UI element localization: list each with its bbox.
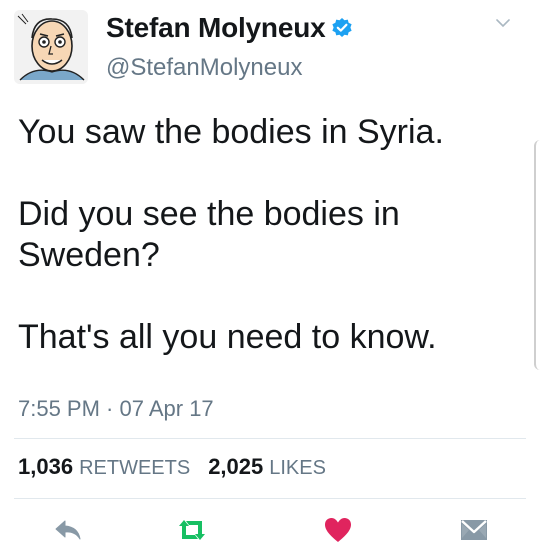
- avatar[interactable]: [14, 10, 88, 84]
- like-button[interactable]: [318, 510, 358, 550]
- heart-icon: [325, 518, 351, 542]
- likes-count[interactable]: 2,025: [208, 454, 263, 480]
- verified-badge-icon: [331, 17, 353, 39]
- display-name[interactable]: Stefan Molyneux: [106, 12, 326, 44]
- tweet-text-line: Sweden?: [18, 236, 160, 274]
- tweet-text-spacer: [18, 276, 518, 317]
- tweet-text-line: You saw the bodies in Syria.: [18, 113, 444, 151]
- direct-message-button[interactable]: [454, 510, 494, 550]
- retweets-count[interactable]: 1,036: [18, 454, 73, 480]
- likes-label[interactable]: LIKES: [269, 457, 326, 480]
- divider: [14, 498, 526, 499]
- tweet-text-line: That's all you need to know.: [18, 318, 437, 356]
- chevron-down-icon[interactable]: [494, 16, 512, 30]
- reply-icon: [55, 520, 81, 540]
- retweet-button[interactable]: [172, 510, 212, 550]
- tweet-header: Stefan Molyneux @StefanMolyneux: [0, 0, 540, 100]
- tweet-text: You saw the bodies in Syria. Did you see…: [18, 112, 518, 358]
- tweet-stats: 1,036 RETWEETS 2,025 LIKES: [18, 454, 344, 480]
- reply-button[interactable]: [48, 510, 88, 550]
- name-row: Stefan Molyneux: [106, 12, 353, 44]
- divider: [14, 438, 526, 439]
- screen-edge: [534, 140, 540, 370]
- user-handle[interactable]: @StefanMolyneux: [106, 54, 302, 82]
- retweet-icon: [179, 520, 205, 540]
- envelope-icon: [461, 520, 487, 540]
- retweets-label[interactable]: RETWEETS: [79, 457, 190, 480]
- tweet-text-spacer: [18, 153, 518, 194]
- avatar-caricature-icon: [14, 10, 88, 84]
- tweet-text-line: Did you see the bodies in: [18, 195, 400, 233]
- tweet-timestamp[interactable]: 7:55 PM · 07 Apr 17: [18, 396, 214, 422]
- tweet-actions: [0, 510, 540, 550]
